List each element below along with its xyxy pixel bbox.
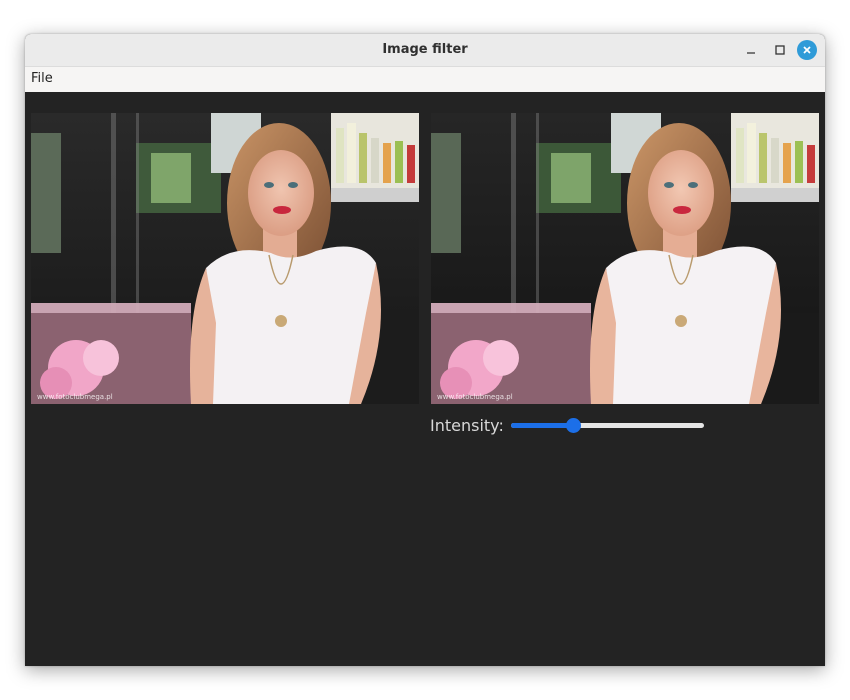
app-window: Image filter File www.fotoclubmega.pl ww…: [25, 34, 825, 666]
main-content: www.fotoclubmega.pl www.fotoclubmega.pl …: [25, 92, 825, 666]
filtered-image: www.fotoclubmega.pl: [431, 113, 819, 404]
menu-bar: File: [25, 67, 825, 92]
minimize-icon: [747, 52, 755, 54]
original-image: www.fotoclubmega.pl: [31, 113, 419, 404]
slider-fill: [510, 423, 573, 428]
maximize-icon: [775, 45, 785, 55]
filtered-photo: [431, 113, 819, 404]
title-bar[interactable]: Image filter: [25, 34, 825, 67]
minimize-button[interactable]: [741, 40, 761, 60]
intensity-slider[interactable]: [510, 417, 704, 433]
original-photo: [31, 113, 419, 404]
intensity-control: Intensity:: [430, 414, 704, 436]
watermark-text: www.fotoclubmega.pl: [437, 393, 513, 401]
slider-thumb[interactable]: [565, 418, 581, 433]
watermark-text: www.fotoclubmega.pl: [37, 393, 113, 401]
close-icon: [803, 46, 811, 54]
close-button[interactable]: [797, 40, 817, 60]
window-title: Image filter: [382, 42, 468, 57]
intensity-label: Intensity:: [430, 415, 504, 435]
menu-file[interactable]: File: [31, 71, 53, 86]
maximize-button[interactable]: [770, 40, 790, 60]
